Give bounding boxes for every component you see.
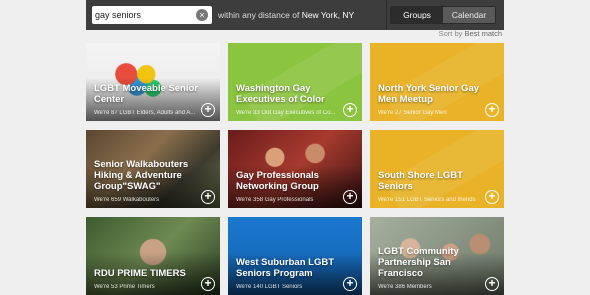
group-members: We're 33 Out Gay Executives of Co...: [236, 110, 336, 116]
join-plus-icon[interactable]: +: [201, 103, 215, 117]
join-plus-icon[interactable]: +: [201, 277, 215, 291]
group-card[interactable]: North York Senior Gay Men Meetup We're 2…: [370, 43, 504, 121]
groups-tab[interactable]: Groups: [391, 7, 443, 23]
location-selector[interactable]: New York, NY: [302, 10, 354, 20]
group-card[interactable]: Washington Gay Executives of Color We're…: [228, 43, 362, 121]
group-name: South Shore LGBT Seniors: [378, 170, 463, 192]
join-plus-icon[interactable]: +: [485, 103, 499, 117]
group-members: We're 53 Prime Timers: [94, 284, 155, 290]
view-toggle: Groups Calendar: [390, 6, 496, 24]
group-members: We're 659 Walkabouters: [94, 197, 160, 203]
sort-label: Sort by: [438, 29, 463, 38]
join-plus-icon[interactable]: +: [343, 277, 357, 291]
group-card[interactable]: LGBT Community Partnership San Francisco…: [370, 217, 504, 295]
group-name: Washington Gay Executives of Color: [236, 83, 325, 105]
of-label: of: [292, 10, 300, 20]
search-scope: within any distance of New York, NY: [218, 10, 354, 20]
search-bar: × within any distance of New York, NY Gr…: [86, 0, 504, 30]
group-members: We're 87 LGBT Elders, Adults and A...: [94, 110, 196, 116]
calendar-tab[interactable]: Calendar: [443, 7, 495, 23]
group-card[interactable]: Gay Professionals Networking Group We're…: [228, 130, 362, 208]
group-name: LGBT Moveable Senior Center: [94, 83, 198, 105]
group-card[interactable]: West Suburban LGBT Seniors Program We're…: [228, 217, 362, 295]
group-members: We're 386 Members: [378, 284, 432, 290]
search-field[interactable]: ×: [92, 6, 212, 24]
sort-control[interactable]: Sort by Best match: [439, 29, 502, 38]
group-card[interactable]: South Shore LGBT Seniors We're 151 LGBT …: [370, 130, 504, 208]
group-members: We're 151 LGBT Seniors and friends: [378, 197, 476, 203]
group-members: We're 140 LGBT Seniors: [236, 284, 303, 290]
within-label: within: [218, 10, 240, 20]
group-name: West Suburban LGBT Seniors Program: [236, 257, 334, 279]
group-name: RDU PRIME TIMERS: [94, 268, 186, 279]
group-name: Gay Professionals Networking Group: [236, 170, 319, 192]
group-card[interactable]: LGBT Moveable Senior Center We're 87 LGB…: [86, 43, 220, 121]
search-input[interactable]: [95, 8, 193, 22]
join-plus-icon[interactable]: +: [485, 277, 499, 291]
distance-selector[interactable]: any distance: [242, 10, 290, 20]
divider: [386, 0, 387, 30]
join-plus-icon[interactable]: +: [485, 190, 499, 204]
group-members: We're 27 Senior Gay Men: [378, 110, 447, 116]
join-plus-icon[interactable]: +: [201, 190, 215, 204]
clear-search-icon[interactable]: ×: [196, 9, 208, 21]
group-card[interactable]: Senior Walkabouters Hiking & Adventure G…: [86, 130, 220, 208]
group-card[interactable]: RDU PRIME TIMERS We're 53 Prime Timers +: [86, 217, 220, 295]
join-plus-icon[interactable]: +: [343, 190, 357, 204]
group-members: We're 358 Gay Professionals: [236, 197, 314, 203]
group-name: LGBT Community Partnership San Francisco: [378, 246, 459, 279]
group-name: Senior Walkabouters Hiking & Adventure G…: [94, 159, 189, 192]
sort-value[interactable]: Best match: [464, 29, 502, 38]
join-plus-icon[interactable]: +: [343, 103, 357, 117]
group-name: North York Senior Gay Men Meetup: [378, 83, 480, 105]
